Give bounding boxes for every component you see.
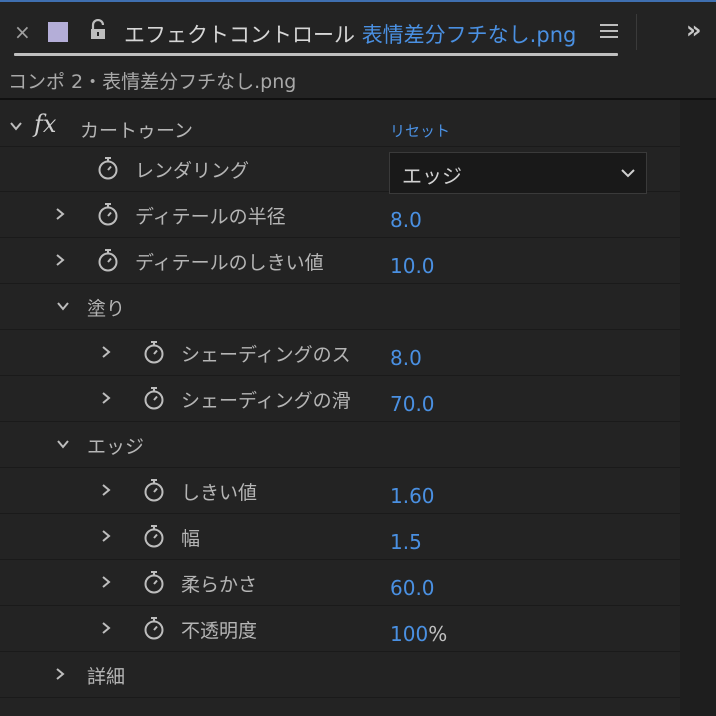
lock-icon[interactable] bbox=[88, 19, 108, 41]
stopwatch-icon[interactable] bbox=[97, 202, 119, 226]
chevron-down-icon[interactable] bbox=[55, 436, 71, 452]
tab-separator bbox=[636, 14, 637, 50]
param-label: しきい値 bbox=[181, 482, 258, 504]
param-row-edge-width: 幅 1.5 bbox=[0, 514, 680, 560]
param-label: ディテールのしきい値 bbox=[135, 252, 324, 274]
param-row-edge-opacity: 不透明度 100% bbox=[0, 606, 680, 652]
composition-layer-header: コンポ 2・表情差分フチなし.png bbox=[0, 56, 716, 98]
more-panels-icon[interactable]: » bbox=[686, 16, 701, 44]
composition-layer-path: コンポ 2・表情差分フチなし.png bbox=[8, 71, 297, 93]
param-row-rendering: レンダリング エッジ bbox=[0, 146, 680, 194]
param-label: 幅 bbox=[181, 528, 201, 550]
group-label: 塗り bbox=[87, 298, 126, 320]
tab-title-text: エフェクトコントロール bbox=[124, 23, 355, 47]
panel-menu-icon[interactable] bbox=[600, 24, 618, 40]
chevron-right-icon[interactable] bbox=[98, 390, 114, 406]
chevron-right-icon[interactable] bbox=[98, 528, 114, 544]
chevron-right-icon[interactable] bbox=[52, 252, 68, 268]
chevron-down-icon[interactable] bbox=[55, 298, 71, 314]
param-row-edge-threshold: しきい値 1.60 bbox=[0, 468, 680, 514]
group-row-edge[interactable]: エッジ bbox=[0, 422, 680, 468]
stopwatch-icon[interactable] bbox=[143, 340, 165, 364]
reset-link[interactable]: リセット bbox=[390, 120, 450, 141]
chevron-right-icon[interactable] bbox=[52, 666, 68, 682]
effect-name: カートゥーン bbox=[80, 120, 194, 142]
param-value-scrubber[interactable]: 60.0 bbox=[390, 576, 435, 600]
param-value-scrubber[interactable]: 8.0 bbox=[390, 208, 422, 232]
param-row-shading-smoothness: シェーディングの滑 70.0 bbox=[0, 376, 680, 422]
effect-header-row[interactable]: fx カートゥーン リセット bbox=[0, 104, 680, 147]
chevron-right-icon[interactable] bbox=[98, 344, 114, 360]
stopwatch-icon[interactable] bbox=[143, 524, 165, 548]
chevron-down-icon[interactable] bbox=[8, 118, 24, 134]
param-value-scrubber[interactable]: 100 bbox=[390, 622, 428, 646]
chevron-right-icon[interactable] bbox=[98, 574, 114, 590]
param-value-scrubber[interactable]: 1.60 bbox=[390, 484, 435, 508]
close-tab-button[interactable]: × bbox=[14, 22, 31, 42]
param-value-group: 100% bbox=[390, 622, 447, 646]
dropdown-value: エッジ bbox=[402, 164, 462, 188]
rendering-dropdown[interactable]: エッジ bbox=[389, 152, 647, 194]
param-value-scrubber[interactable]: 70.0 bbox=[390, 392, 435, 416]
tab-layer-name[interactable]: 表情差分フチなし.png bbox=[362, 23, 577, 47]
param-label: シェーディングの滑 bbox=[181, 390, 351, 412]
stopwatch-icon[interactable] bbox=[97, 156, 119, 180]
param-value-scrubber[interactable]: 10.0 bbox=[390, 254, 435, 278]
tab-effect-controls[interactable]: エフェクトコントロール 表情差分フチなし.png bbox=[124, 19, 576, 49]
stopwatch-icon[interactable] bbox=[143, 478, 165, 502]
param-row-detail-radius: ディテールの半径 8.0 bbox=[0, 192, 680, 238]
group-label: 詳細 bbox=[87, 666, 126, 688]
group-row-fill[interactable]: 塗り bbox=[0, 284, 680, 330]
stopwatch-icon[interactable] bbox=[97, 248, 119, 272]
param-unit: % bbox=[428, 622, 448, 646]
label-color-swatch[interactable] bbox=[48, 22, 68, 42]
param-value-scrubber[interactable]: 8.0 bbox=[390, 346, 422, 370]
stopwatch-icon[interactable] bbox=[143, 616, 165, 640]
chevron-right-icon[interactable] bbox=[98, 620, 114, 636]
param-label: 柔らかさ bbox=[181, 574, 258, 596]
stopwatch-icon[interactable] bbox=[143, 570, 165, 594]
param-value-scrubber[interactable]: 1.5 bbox=[390, 530, 422, 554]
param-label: ディテールの半径 bbox=[135, 206, 286, 228]
panel-tab-bar: × エフェクトコントロール 表情差分フチなし.png » bbox=[0, 2, 716, 56]
chevron-down-icon bbox=[621, 169, 635, 178]
param-row-shading-steps: シェーディングのス 8.0 bbox=[0, 330, 680, 376]
group-label: エッジ bbox=[87, 436, 145, 458]
scrollbar-track[interactable] bbox=[680, 100, 716, 716]
stopwatch-icon[interactable] bbox=[143, 386, 165, 410]
param-row-detail-threshold: ディテールのしきい値 10.0 bbox=[0, 238, 680, 284]
chevron-right-icon[interactable] bbox=[98, 482, 114, 498]
chevron-right-icon[interactable] bbox=[52, 206, 68, 222]
group-row-advanced[interactable]: 詳細 bbox=[0, 652, 680, 698]
fx-toggle-icon[interactable]: fx bbox=[34, 110, 56, 138]
param-label: レンダリング bbox=[135, 160, 250, 182]
param-row-edge-softness: 柔らかさ 60.0 bbox=[0, 560, 680, 606]
param-label: 不透明度 bbox=[181, 620, 258, 642]
param-label: シェーディングのス bbox=[181, 344, 351, 366]
